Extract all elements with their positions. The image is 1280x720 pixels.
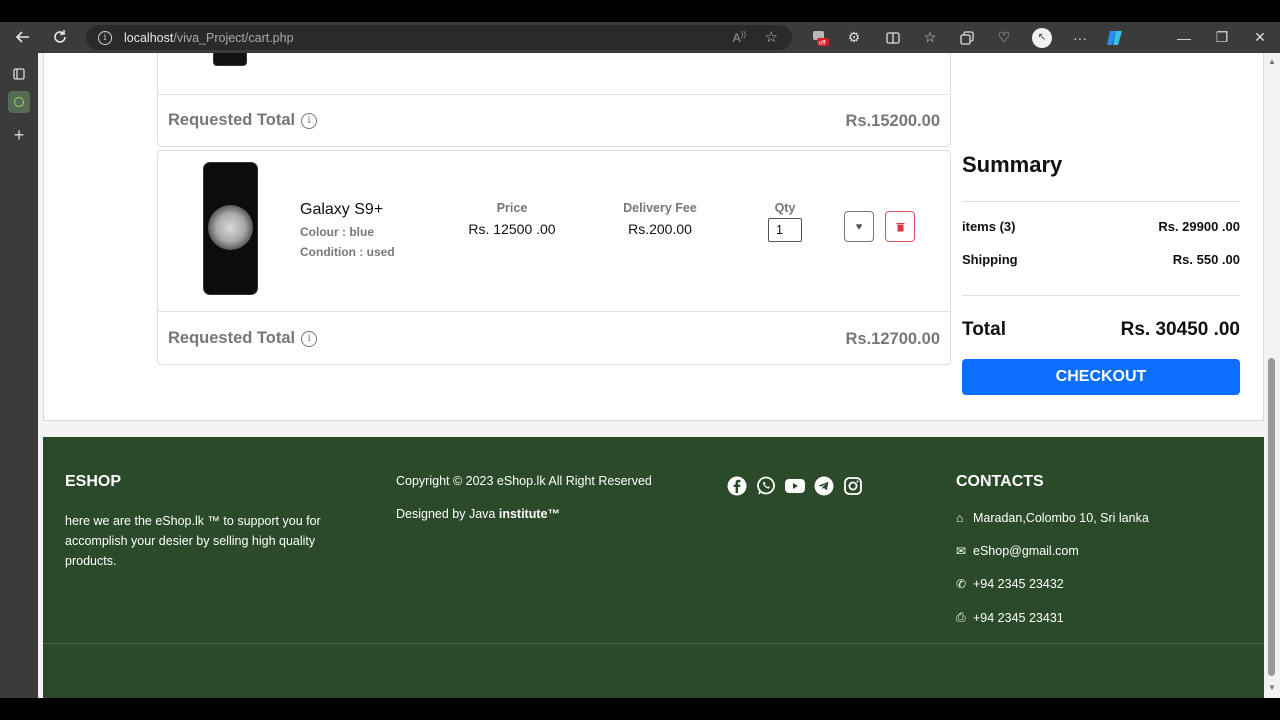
requested-total-value: Rs.15200.00 (845, 112, 941, 130)
email-text[interactable]: eShop@gmail.com (973, 544, 1079, 558)
read-aloud-icon[interactable]: A)) (733, 30, 746, 45)
footer-brand: ESHOP (65, 473, 122, 490)
product-name: Galaxy S9+ (300, 201, 384, 218)
instagram-icon[interactable] (842, 475, 864, 497)
summary-divider (962, 295, 1240, 296)
profile-avatar-icon[interactable]: ↖ (1028, 22, 1056, 53)
product-image (213, 53, 247, 66)
more-menu-icon[interactable]: ··· (1066, 22, 1094, 53)
summary-items-row: items (3) Rs. 29900 .00 (962, 219, 1240, 234)
qty-input[interactable]: 1 (768, 218, 802, 242)
contact-email: ✉ eShop@gmail.com (956, 544, 1079, 558)
url-path: /viva_Project/cart.php (173, 30, 294, 45)
delete-button[interactable] (885, 211, 915, 242)
site-footer: ESHOP here we are the eShop.lk ™ to supp… (43, 437, 1264, 698)
contact-fax: ⎙ +94 2345 23431 (956, 610, 1064, 625)
product-image (203, 162, 258, 295)
contacts-title: CONTACTS (956, 473, 1044, 490)
contact-address: ⌂ Maradan,Colombo 10, Sri lanka (956, 511, 1149, 525)
scrollbar-thumb[interactable] (1268, 358, 1275, 676)
footer-about: here we are the eShop.lk ™ to support yo… (65, 514, 321, 568)
facebook-icon[interactable] (726, 475, 748, 497)
copilot-icon[interactable] (1101, 22, 1129, 53)
info-icon[interactable]: i (301, 330, 318, 347)
scroll-down-arrow-icon[interactable]: ▼ (1268, 683, 1276, 692)
extension-off-icon[interactable]: off (806, 22, 834, 53)
product-colour: Colour : blue (300, 225, 374, 239)
whatsapp-icon[interactable] (755, 475, 777, 497)
total-value: Rs. 30450 .00 (1120, 319, 1240, 340)
site-info-icon[interactable]: i (98, 30, 112, 45)
requested-total-label: Requested Total i (168, 329, 318, 348)
new-tab-plus-icon[interactable]: + (8, 124, 30, 146)
delivery-fee-value: Rs.200.00 (628, 221, 692, 237)
bottom-black-strip (0, 698, 1280, 720)
price-label: Price (496, 201, 528, 215)
house-icon: ⌂ (956, 511, 964, 525)
off-badge-text: off (819, 39, 826, 46)
requested-total-value: Rs.12700.00 (845, 330, 941, 348)
browser-window: i localhost/viva_Project/cart.php A)) ☆ … (0, 0, 1280, 720)
card-divider (158, 94, 950, 95)
contact-phone: ✆ +94 2345 23432 (956, 577, 1064, 591)
wishlist-button[interactable]: ♥ (844, 211, 874, 242)
checkout-button[interactable]: CHECKOUT (962, 359, 1240, 395)
favorites-icon[interactable]: ☆ (916, 22, 944, 53)
top-black-strip (0, 0, 1280, 22)
url-host: localhost (124, 30, 174, 45)
info-icon[interactable]: i (301, 112, 318, 129)
qty-label: Qty (774, 201, 796, 215)
shipping-value: Rs. 550 .00 (1172, 252, 1240, 267)
requested-total-label: Requested Total i (168, 111, 318, 130)
browser-sidebar: + (0, 53, 38, 720)
price-value: Rs. 12500 .00 (468, 221, 556, 237)
telegram-icon[interactable] (813, 475, 835, 497)
phone-icon: ✆ (956, 577, 967, 591)
tab-actions-icon[interactable] (8, 63, 30, 85)
requested-total-text: Requested Total (168, 329, 296, 347)
shipping-label: Shipping (962, 252, 1018, 267)
items-value: Rs. 29900 .00 (1158, 219, 1240, 234)
footer-copyright: Copyright © 2023 eShop.lk All Right Rese… (396, 474, 652, 488)
envelope-icon: ✉ (956, 544, 967, 558)
total-label: Total (962, 319, 1006, 340)
requested-total-text: Requested Total (168, 111, 296, 129)
favorite-star-icon[interactable]: ☆ (765, 28, 778, 46)
back-arrow-icon[interactable] (10, 24, 36, 50)
address-bar[interactable]: i localhost/viva_Project/cart.php A)) ☆ (86, 25, 792, 50)
phone-text: +94 2345 23432 (973, 577, 1064, 591)
minimize-icon[interactable]: — (1170, 22, 1198, 53)
designed-by-prefix: Designed by Java (396, 507, 499, 521)
performance-heart-icon[interactable]: ♡ (990, 22, 1018, 53)
product-condition: Condition : used (300, 245, 395, 259)
heart-icon: ♥ (855, 220, 863, 233)
designed-by-institute: institute™ (498, 507, 560, 521)
fax-text: +94 2345 23431 (973, 610, 1064, 625)
page-viewport: Requested Total i Rs.15200.00 Galaxy S9+… (38, 53, 1280, 698)
delivery-fee-label: Delivery Fee (623, 201, 697, 215)
printer-icon: ⎙ (956, 610, 966, 624)
workspace-icon[interactable] (8, 91, 30, 113)
collections-icon[interactable] (953, 22, 981, 53)
address-text: Maradan,Colombo 10, Sri lanka (973, 511, 1149, 525)
trash-icon (896, 222, 904, 231)
extensions-puzzle-icon[interactable]: ⚙ (840, 22, 868, 53)
summary-divider (962, 201, 1240, 202)
footer-designed-by: Designed by Java institute™ (396, 504, 560, 524)
vertical-scrollbar[interactable]: ▲ ▼ (1264, 53, 1280, 698)
cart-item-card: Galaxy S9+ Colour : blue Condition : use… (157, 150, 951, 365)
summary-total-row: Total Rs. 30450 .00 (962, 319, 1240, 341)
card-divider (158, 311, 950, 312)
close-window-icon[interactable]: ✕ (1246, 22, 1274, 53)
summary-title: Summary (962, 152, 1063, 177)
refresh-icon[interactable] (47, 24, 73, 50)
summary-shipping-row: Shipping Rs. 550 .00 (962, 252, 1240, 267)
items-label: items (3) (962, 219, 1016, 234)
footer-divider (43, 643, 1264, 644)
restore-icon[interactable]: ❐ (1208, 22, 1236, 53)
cart-item-card: Requested Total i Rs.15200.00 (157, 53, 951, 147)
split-screen-icon[interactable] (879, 22, 907, 53)
scroll-up-arrow-icon[interactable]: ▲ (1268, 57, 1276, 66)
youtube-icon[interactable] (784, 475, 806, 497)
